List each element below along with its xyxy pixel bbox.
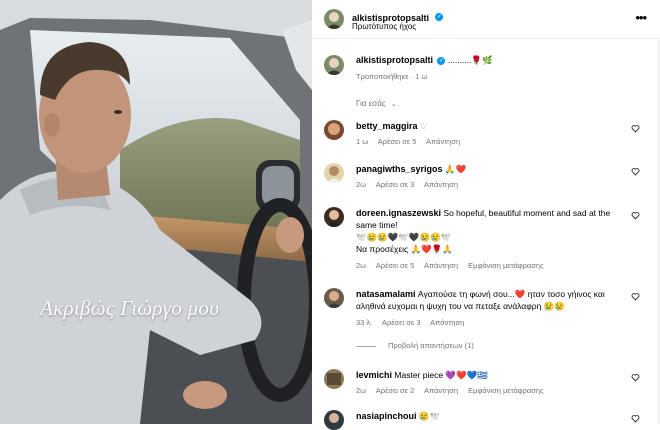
avatar[interactable]	[324, 55, 344, 75]
comment-time: 1 ω	[356, 137, 369, 146]
see-translation-button[interactable]: Εμφάνιση μετάφρασης	[468, 386, 544, 395]
heart-outline-icon[interactable]	[631, 211, 640, 220]
reply-button[interactable]: Απάντηση	[424, 261, 458, 270]
heart-outline-icon[interactable]	[631, 414, 640, 423]
comment-text-line3: Να προσέχεις 🙏❤️🌹🙏	[356, 244, 453, 254]
comment-text: ♡	[419, 121, 428, 131]
heart-outline-icon[interactable]	[631, 292, 640, 301]
comment-username[interactable]: levmichi	[356, 370, 392, 380]
avatar-image	[327, 166, 341, 183]
avatar[interactable]	[324, 120, 344, 140]
more-horizontal-icon[interactable]: •••	[635, 10, 647, 25]
verified-badge-icon: ✓	[435, 12, 444, 21]
comment-likes[interactable]: Αρέσει σε 5	[378, 137, 417, 146]
avatar-image	[326, 12, 342, 29]
caption-username[interactable]: alkistisprotopsalti	[356, 55, 433, 65]
avatar-image	[327, 291, 341, 308]
view-replies-label: Προβολή απαντήσεων (1)	[388, 341, 474, 350]
avatar-image	[327, 373, 341, 385]
audio-label[interactable]: Πρωτότυπος ήχος	[352, 22, 416, 31]
chevron-down-icon: ⌄	[390, 101, 397, 108]
avatar-image	[328, 123, 340, 135]
see-translation-button[interactable]: Εμφάνιση μετάφρασης	[468, 261, 544, 270]
comment-likes[interactable]: Αρέσει σε 3	[382, 318, 421, 327]
heart-outline-icon[interactable]	[631, 124, 640, 133]
avatar[interactable]	[324, 9, 344, 29]
reply-button[interactable]: Απάντηση	[426, 137, 460, 146]
replies-divider	[356, 345, 376, 347]
comment-text: 🙏❤️	[444, 164, 467, 174]
avatar[interactable]	[324, 369, 344, 389]
avatar[interactable]	[324, 410, 344, 430]
comment-filter-dropdown[interactable]: Για εσάς ⌄	[356, 99, 397, 108]
heart-outline-icon[interactable]	[631, 373, 640, 382]
filter-label: Για εσάς	[356, 99, 386, 108]
heart-outline-icon[interactable]	[631, 167, 640, 176]
caption-meta: Τροποποιήθηκε · 1 ω	[356, 72, 428, 81]
comment-username[interactable]: nasiapinchoui	[356, 411, 417, 421]
view-replies-button[interactable]: Προβολή απαντήσεων (1)	[356, 341, 474, 350]
comment-likes[interactable]: Αρέσει σε 3	[376, 180, 415, 189]
avatar[interactable]	[324, 207, 344, 227]
video-frame-illustration	[0, 0, 312, 424]
comment-username[interactable]: panagiwths_syrigos	[356, 164, 443, 174]
reply-button[interactable]: Απάντηση	[424, 386, 458, 395]
comment-username[interactable]: natasamalami	[356, 289, 416, 299]
comment-username[interactable]: doreen.ignaszewski	[356, 208, 441, 218]
comment-time: 2ω	[356, 261, 367, 270]
comment-time: 2ω	[356, 386, 367, 395]
avatar[interactable]	[324, 163, 344, 183]
post-header: alkistisprotopsalti ✓ Πρωτότυπος ήχος ••…	[312, 0, 660, 39]
comment-text: 😢🕊️	[418, 411, 441, 421]
avatar-image	[326, 58, 342, 75]
avatar[interactable]	[324, 288, 344, 308]
avatar-image	[329, 413, 339, 423]
comment-time: 33 λ.	[356, 318, 373, 327]
verified-badge-icon: ✓	[437, 56, 446, 65]
comment-text-line2: 🕊️😢😢🖤🕊️🖤😢😢🕊️	[356, 232, 452, 242]
comment-text: Master piece 💜❤️💙🇬🇷	[394, 370, 488, 380]
video-overlay-caption: Ακριβώς Γιώργο μου	[40, 296, 220, 320]
reel-video[interactable]: Ακριβώς Γιώργο μου	[0, 0, 312, 424]
comment-likes[interactable]: Αρέσει σε 5	[376, 261, 415, 270]
avatar-image	[327, 210, 341, 227]
reply-button[interactable]: Απάντηση	[430, 318, 464, 327]
comments-panel: alkistisprotopsalti ✓ Πρωτότυπος ήχος ••…	[312, 0, 660, 430]
comment-username[interactable]: betty_maggira	[356, 121, 418, 131]
comment-likes[interactable]: Αρέσει σε 2	[376, 386, 415, 395]
reply-button[interactable]: Απάντηση	[424, 180, 458, 189]
comment-time: 2ω	[356, 180, 367, 189]
caption-text: ..........🌹🌿	[447, 55, 493, 65]
